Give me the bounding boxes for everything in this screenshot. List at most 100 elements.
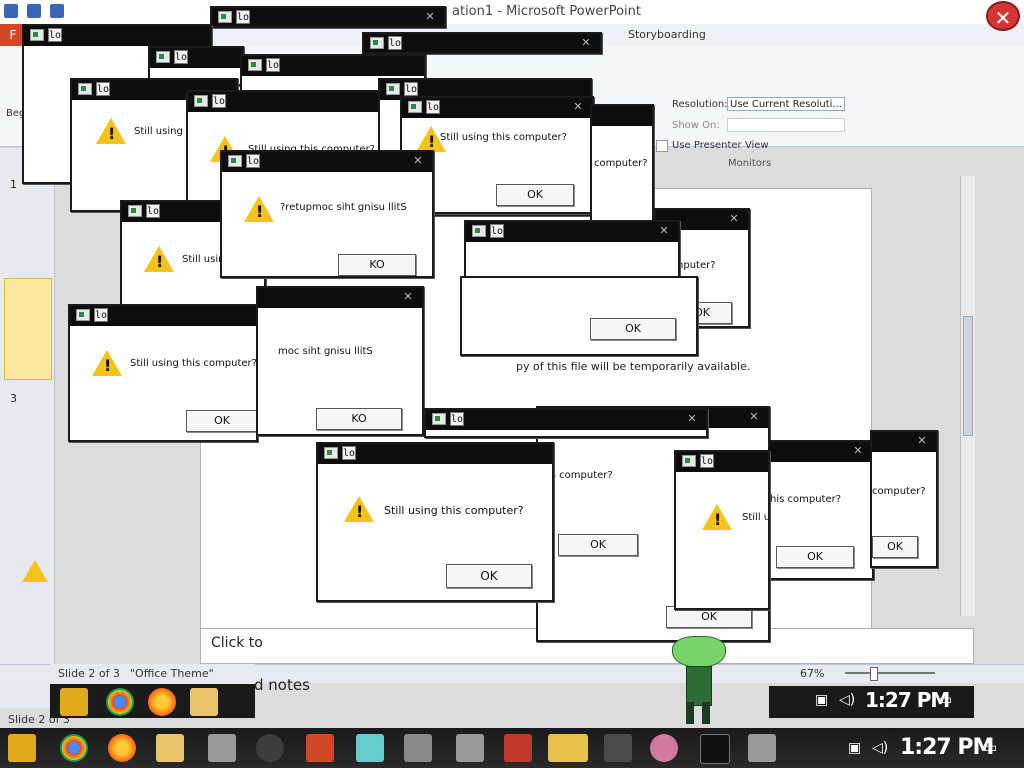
quick-access-toolbar: [4, 3, 76, 19]
close-icon[interactable]: ✕: [576, 36, 596, 50]
redo-icon[interactable]: [50, 4, 65, 18]
ok-button[interactable]: OK: [186, 410, 256, 432]
app-logo-icon[interactable]: [8, 734, 36, 762]
resolution-dropdown[interactable]: Use Current Resoluti...: [727, 97, 845, 111]
dialog-titlebar[interactable]: ✕: [770, 442, 872, 462]
dialog-message-reversed: moc siht gnisu llitS: [278, 346, 373, 357]
close-icon[interactable]: ✕: [848, 444, 868, 458]
taskbar-clock[interactable]: 1:27 PM: [900, 735, 994, 760]
dialog-window: lol ✕: [424, 408, 708, 438]
computer-icon[interactable]: [748, 734, 776, 762]
dialog-window: ✕ computer? OK: [870, 430, 938, 568]
ok-button[interactable]: OK: [446, 564, 532, 588]
ppt-title-bar: ation1 - Microsoft PowerPoint: [0, 0, 1024, 25]
dialog-window: OK: [460, 276, 698, 356]
slide-thumb-number[interactable]: 1: [10, 178, 17, 191]
firefox-icon[interactable]: [148, 688, 176, 716]
status-theme: "Office Theme": [130, 667, 214, 680]
dialog-message-reversed: ?retupmoc siht gnisu llitS: [280, 202, 407, 213]
dialog-titlebar[interactable]: lol: [70, 306, 256, 326]
vertical-scrollbar[interactable]: [960, 176, 975, 616]
close-icon[interactable]: ✕: [408, 154, 428, 168]
notepad-icon[interactable]: [356, 734, 384, 762]
dialog-titlebar[interactable]: [592, 106, 652, 126]
save-icon[interactable]: [4, 4, 18, 18]
app-icon: [156, 51, 170, 63]
dialog-titlebar[interactable]: lol: [150, 48, 242, 68]
notification-icon[interactable]: ▭: [939, 692, 952, 708]
terminal-icon[interactable]: [404, 734, 432, 762]
ok-button[interactable]: OK: [872, 536, 918, 558]
volume-icon[interactable]: ◁): [839, 692, 855, 708]
zoom-level[interactable]: 67%: [800, 667, 824, 680]
app-icon: [228, 155, 242, 167]
selected-slide-thumb[interactable]: [4, 278, 52, 380]
slide-thumb-number[interactable]: 3: [10, 392, 17, 405]
chrome-icon[interactable]: [106, 688, 134, 716]
ok-button-reversed[interactable]: KO: [316, 408, 402, 430]
show-on-label: Show On:: [672, 120, 720, 131]
zoom-slider[interactable]: [845, 672, 935, 674]
close-icon[interactable]: ✕: [912, 434, 932, 448]
close-icon[interactable]: ✕: [682, 412, 702, 426]
dialog-titlebar[interactable]: lol✕: [466, 222, 678, 242]
taskbar-clock[interactable]: 1:27 PM: [865, 688, 950, 712]
dialog-titlebar[interactable]: lol✕: [426, 410, 706, 430]
app-icon: [76, 309, 90, 321]
app-icon: [432, 413, 446, 425]
close-icon[interactable]: ✕: [568, 100, 588, 114]
chrome-icon[interactable]: [60, 734, 88, 762]
ok-button[interactable]: OK: [590, 318, 676, 340]
media-icon[interactable]: [504, 734, 532, 762]
status-slide-count: Slide 2 of 3: [58, 667, 120, 680]
dialog-message: Still using this computer?: [440, 132, 567, 143]
dialog-titlebar[interactable]: lol✕: [402, 98, 592, 118]
active-app-icon[interactable]: [548, 734, 588, 762]
ok-button[interactable]: OK: [558, 534, 638, 556]
app-icon: [370, 37, 384, 49]
dialog-titlebar[interactable]: lol: [318, 444, 552, 464]
dialog-titlebar[interactable]: lol: [242, 56, 424, 76]
dialog-titlebar[interactable]: lol: [24, 26, 210, 46]
firefox-icon[interactable]: [108, 734, 136, 762]
tab-storyboarding[interactable]: Storyboarding: [628, 28, 706, 41]
tool-icon[interactable]: [604, 734, 632, 762]
network-icon[interactable]: ▣: [815, 692, 828, 708]
powerpoint-icon[interactable]: [306, 734, 334, 762]
app-icon: [78, 83, 92, 95]
computer-icon[interactable]: [456, 734, 484, 762]
dialog-titlebar[interactable]: ✕: [258, 288, 422, 308]
presenter-view-checkbox[interactable]: [656, 140, 668, 152]
dialog-titlebar[interactable]: ✕: [872, 432, 936, 452]
ok-button[interactable]: OK: [776, 546, 854, 568]
close-icon[interactable]: ✕: [654, 224, 674, 238]
dialog-titlebar[interactable]: lol✕: [212, 8, 444, 26]
close-icon[interactable]: ✕: [986, 1, 1020, 31]
ok-button[interactable]: OK: [496, 184, 574, 206]
dialog-titlebar[interactable]: lol: [676, 452, 768, 472]
show-on-dropdown[interactable]: [727, 118, 845, 132]
scroll-thumb[interactable]: [963, 316, 973, 436]
undo-icon[interactable]: [27, 4, 42, 18]
lol-icon: lol: [174, 50, 194, 64]
ok-button-reversed[interactable]: KO: [338, 254, 416, 276]
volume-icon[interactable]: ◁): [872, 740, 888, 756]
close-icon[interactable]: ✕: [724, 212, 744, 226]
close-icon[interactable]: ✕: [398, 290, 418, 304]
zoom-slider-knob[interactable]: [870, 667, 878, 681]
steam-icon[interactable]: [256, 734, 284, 762]
dialog-titlebar[interactable]: lol✕: [222, 152, 432, 172]
cmd-icon[interactable]: [700, 734, 730, 764]
notification-icon[interactable]: ▭: [984, 740, 997, 756]
close-icon[interactable]: ✕: [744, 410, 764, 424]
dialog-titlebar[interactable]: lol✕: [364, 34, 600, 52]
dialog-message: computer?: [594, 158, 648, 169]
close-icon[interactable]: ✕: [420, 10, 440, 24]
computer-icon[interactable]: [208, 734, 236, 762]
folder-icon[interactable]: [190, 688, 218, 716]
folder-icon[interactable]: [156, 734, 184, 762]
app-logo-icon[interactable]: [60, 688, 88, 716]
network-icon[interactable]: ▣: [848, 740, 861, 756]
paint-icon[interactable]: [650, 734, 678, 762]
dialog-titlebar[interactable]: lol✕: [188, 92, 398, 112]
